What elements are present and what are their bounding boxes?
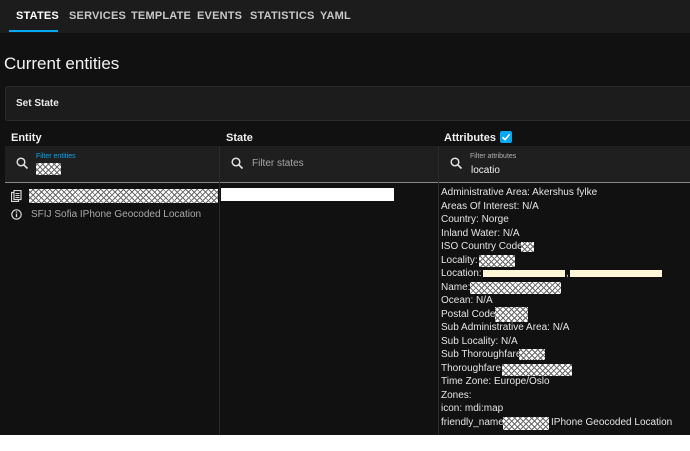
attr-time-zone: Time Zone: Europe/Oslo <box>441 376 550 387</box>
search-icon <box>231 157 244 170</box>
attr-friendly-name-suffix: IPhone Geocoded Location <box>551 417 673 428</box>
filter-entities-redacted-value <box>36 163 61 175</box>
active-tab-indicator <box>9 30 58 32</box>
attr-sub-thoroughfare-redacted <box>519 349 545 360</box>
filter-entities-label: Filter entities <box>36 153 76 160</box>
attr-location-separator: , <box>566 268 569 279</box>
set-state-label: Set State <box>16 98 59 109</box>
tab-statistics[interactable]: STATISTICS <box>250 0 315 33</box>
attr-locality: Locality: <box>441 255 478 266</box>
tab-template[interactable]: TEMPLATE <box>131 0 191 33</box>
attr-inland-water: Inland Water: N/A <box>441 228 520 239</box>
filter-states-field[interactable]: Filter states <box>220 146 438 183</box>
attr-postal-code: Postal Code: <box>441 309 499 320</box>
attr-locality-redacted <box>479 255 515 267</box>
attr-thoroughfare-redacted <box>502 364 572 376</box>
attr-iso-country-code: ISO Country Code: <box>441 241 526 252</box>
attr-name: Name: <box>441 282 471 293</box>
attr-sub-administrative-area: Sub Administrative Area: N/A <box>441 322 570 333</box>
clipboard-icon[interactable] <box>11 190 22 202</box>
column-header-entity: Entity <box>11 132 42 144</box>
attr-postal-code-redacted <box>495 307 528 322</box>
tab-bar: STATES SERVICES TEMPLATE EVENTS STATISTI… <box>0 0 690 33</box>
tab-states[interactable]: STATES <box>16 0 59 33</box>
tab-services[interactable]: SERVICES <box>69 0 126 33</box>
attr-administrative-area: Administrative Area: Akershus fylke <box>441 187 598 198</box>
filter-attributes-value: locatio <box>471 165 500 176</box>
tab-yaml[interactable]: YAML <box>320 0 351 33</box>
state-value-redacted <box>221 188 394 201</box>
set-state-panel[interactable]: Set State <box>5 86 690 121</box>
tab-events[interactable]: EVENTS <box>197 0 242 33</box>
attr-country: Country: Norge <box>441 214 509 225</box>
attr-location: Location: <box>441 268 482 279</box>
page-title: Current entities <box>4 54 120 73</box>
attr-friendly-name-redacted <box>503 417 549 430</box>
info-icon[interactable] <box>11 209 22 220</box>
attr-iso-country-code-redacted <box>521 242 534 252</box>
attr-thoroughfare: Thoroughfare: <box>441 363 504 374</box>
filter-entities-field[interactable]: Filter entities <box>5 146 219 183</box>
attr-sub-locality: Sub Locality: N/A <box>441 336 518 347</box>
attr-location-lon-redacted <box>570 270 662 277</box>
attr-areas-of-interest: Areas Of Interest: N/A <box>441 201 539 212</box>
attr-location-lat-redacted <box>483 270 565 277</box>
column-divider <box>219 146 220 435</box>
column-header-attributes: Attributes <box>444 132 496 144</box>
developer-tools-app: STATES SERVICES TEMPLATE EVENTS STATISTI… <box>0 0 690 435</box>
attr-friendly-name-prefix: friendly_name: <box>441 417 507 428</box>
filter-attributes-label: Filter attributes <box>470 153 517 160</box>
attr-ocean: Ocean: N/A <box>441 295 493 306</box>
search-icon <box>16 157 29 170</box>
filter-states-placeholder: Filter states <box>252 158 304 169</box>
checkmark-icon <box>501 133 511 141</box>
entity-id-redacted[interactable] <box>29 189 218 203</box>
attr-zones: Zones: <box>441 390 472 401</box>
attr-name-redacted <box>470 282 561 294</box>
attributes-checkbox[interactable] <box>500 131 512 143</box>
column-divider <box>438 146 439 435</box>
attr-icon: icon: mdi:map <box>441 403 504 414</box>
attr-sub-thoroughfare: Sub Thoroughfare: <box>441 349 525 360</box>
filter-attributes-field[interactable]: Filter attributes locatio <box>439 146 690 183</box>
column-header-state: State <box>226 132 253 144</box>
search-icon <box>450 157 463 170</box>
entity-friendly-name: SFIJ Sofia IPhone Geocoded Location <box>31 209 202 220</box>
